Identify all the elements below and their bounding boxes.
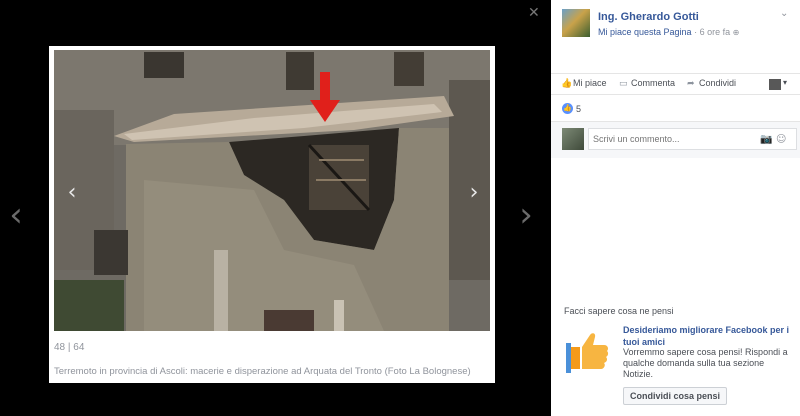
share-button[interactable]: ➦ Condividi — [687, 78, 736, 89]
post-header: Ing. Gherardo Gotti Mi piace questa Pagi… — [551, 0, 800, 44]
side-panel: Ing. Gherardo Gotti Mi piace questa Pagi… — [551, 0, 800, 416]
feedback-box: Facci sapere cosa ne pensi Desideriamo m… — [551, 300, 800, 416]
feedback-title: Facci sapere cosa ne pensi — [564, 306, 674, 316]
post-as-avatar[interactable] — [769, 79, 781, 90]
photo-prev-icon[interactable]: ‹ — [62, 176, 82, 210]
chevron-left-icon[interactable]: ‹ — [4, 195, 28, 235]
comment-button[interactable]: ▭ Commenta — [619, 78, 675, 89]
author-name[interactable]: Ing. Gherardo Gotti — [598, 11, 699, 23]
avatar[interactable] — [562, 9, 590, 37]
caret-down-icon[interactable]: ▾ — [783, 78, 787, 87]
photo-next-icon[interactable]: › — [464, 176, 484, 210]
photo-card: ‹ › 48 | 64 Terremoto in provincia di As… — [49, 46, 495, 383]
collapsed-building-illustration — [54, 50, 490, 331]
like-label: Mi piace — [573, 78, 607, 88]
globe-icon: ⊕ — [732, 28, 740, 37]
post-photo: ‹ › — [54, 50, 490, 331]
thumbs-up-icon — [566, 333, 609, 373]
reaction-count[interactable]: 5 — [576, 104, 581, 114]
post-time[interactable]: 6 ore fa — [700, 27, 731, 37]
like-page-link[interactable]: Mi piace questa Pagina — [598, 27, 692, 37]
chevron-right-icon[interactable]: › — [514, 195, 538, 235]
like-reaction-icon: 👍 — [562, 103, 573, 114]
camera-icon[interactable]: 📷 — [760, 134, 772, 145]
feedback-heading[interactable]: Desideriamo migliorare Facebook per i tu… — [623, 324, 793, 348]
close-icon[interactable]: ✕ — [528, 6, 542, 20]
chevron-down-icon[interactable]: ⌄ — [780, 8, 792, 20]
feedback-body: Vorremmo sapere cosa pensi! Rispondi a q… — [623, 347, 788, 379]
meta-separator: · — [691, 27, 700, 37]
thumbs-up-icon: 👍 — [561, 79, 573, 89]
photo-caption: Terremoto in provincia di Ascoli: maceri… — [54, 366, 471, 377]
share-label: Condividi — [699, 78, 737, 88]
comment-icon: ▭ — [619, 79, 628, 89]
reactions-bar[interactable]: 👍 5 — [551, 96, 800, 122]
emoji-icon[interactable]: ☺ — [776, 134, 786, 145]
share-feedback-button[interactable]: Condividi cosa pensi — [623, 387, 728, 405]
comment-label: Commenta — [631, 78, 676, 88]
photo-viewer: ‹ › ✕ ‹ › 48 | 64 Terremoto in provincia… — [0, 0, 551, 416]
avatar — [562, 128, 584, 150]
post-meta: Mi piace questa Pagina · 6 ore fa ⊕ — [598, 27, 739, 37]
like-button[interactable]: 👍Mi piace — [561, 78, 607, 89]
photo-counter: 48 | 64 — [54, 342, 85, 353]
comment-composer: 📷 ☺ — [551, 122, 800, 158]
share-icon: ➦ — [687, 79, 695, 89]
action-bar: 👍Mi piace ▭ Commenta ➦ Condividi ▾ — [551, 73, 800, 95]
